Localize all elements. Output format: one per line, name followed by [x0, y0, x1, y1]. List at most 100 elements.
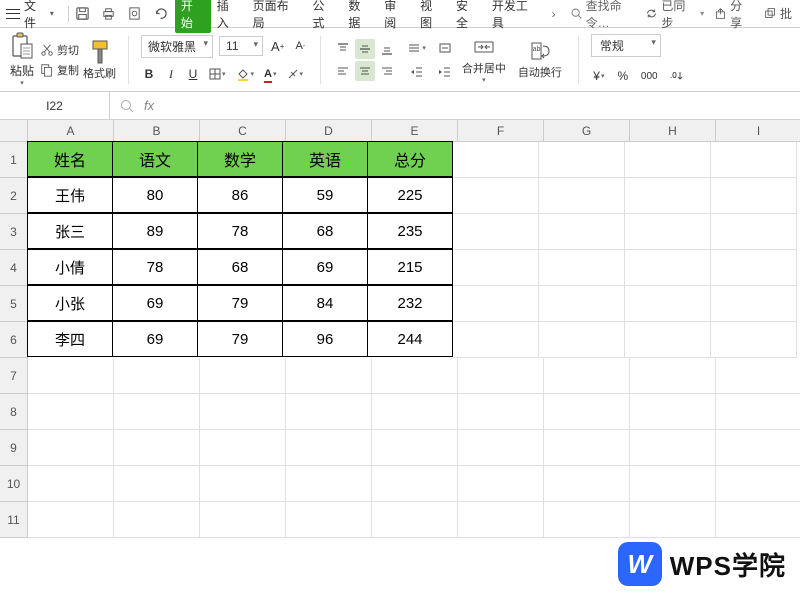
cell[interactable]: 69 [112, 321, 198, 357]
cell[interactable]: 总分 [367, 141, 453, 177]
cell[interactable]: 78 [112, 249, 198, 285]
increase-font-icon[interactable]: A+ [269, 37, 286, 56]
cell[interactable] [114, 358, 200, 394]
align-middle-icon[interactable] [355, 39, 375, 59]
cell[interactable]: 84 [282, 285, 368, 321]
cell[interactable] [28, 430, 114, 466]
cell[interactable] [716, 502, 800, 538]
format-painter-button[interactable]: 格式刷 [83, 39, 116, 81]
cell[interactable] [711, 142, 797, 178]
batch-button[interactable]: 批 [764, 5, 792, 22]
share-button[interactable]: 分享 [714, 0, 754, 31]
cell[interactable]: 李四 [27, 321, 113, 357]
font-size-select[interactable]: 11 [219, 36, 263, 56]
increase-decimal-icon[interactable]: .0 [668, 68, 686, 84]
cell[interactable] [711, 178, 797, 214]
cell[interactable] [630, 466, 716, 502]
fx-icon[interactable]: fx [144, 98, 154, 113]
row-header[interactable]: 9 [0, 430, 28, 466]
tab-home[interactable]: 开始 [175, 0, 211, 33]
cell[interactable] [453, 322, 539, 358]
cell[interactable]: 244 [367, 321, 453, 357]
cell[interactable]: 86 [197, 177, 283, 213]
command-search[interactable]: 查找命令… [570, 0, 646, 31]
cell[interactable] [286, 430, 372, 466]
column-header[interactable]: A [28, 120, 114, 142]
cell[interactable] [453, 214, 539, 250]
undo-icon[interactable] [153, 6, 169, 22]
cell[interactable]: 59 [282, 177, 368, 213]
cell[interactable] [544, 358, 630, 394]
cell[interactable]: 68 [197, 249, 283, 285]
formula-input[interactable] [164, 92, 800, 119]
cell[interactable] [544, 502, 630, 538]
cell[interactable]: 王伟 [27, 177, 113, 213]
percent-button[interactable]: % [615, 67, 631, 85]
row-header[interactable]: 8 [0, 394, 28, 430]
cell[interactable] [630, 358, 716, 394]
cell[interactable] [372, 466, 458, 502]
fill-color-button[interactable] [234, 65, 257, 83]
cell[interactable]: 225 [367, 177, 453, 213]
cell[interactable]: 235 [367, 213, 453, 249]
cell[interactable] [625, 286, 711, 322]
align-right-icon[interactable] [377, 61, 397, 81]
row-header[interactable]: 11 [0, 502, 28, 538]
cell[interactable] [200, 394, 286, 430]
cell[interactable]: 80 [112, 177, 198, 213]
cell[interactable] [539, 178, 625, 214]
wrap-shrink-icon[interactable] [436, 39, 454, 57]
cell[interactable] [453, 250, 539, 286]
cell[interactable] [286, 466, 372, 502]
tab-page-layout[interactable]: 页面布局 [247, 0, 307, 35]
cell[interactable]: 69 [112, 285, 198, 321]
cell[interactable]: 小张 [27, 285, 113, 321]
border-button[interactable] [207, 66, 228, 82]
cell[interactable] [372, 502, 458, 538]
cell[interactable] [630, 502, 716, 538]
cell[interactable]: 姓名 [27, 141, 113, 177]
cell[interactable]: 215 [367, 249, 453, 285]
orientation-button[interactable] [405, 39, 428, 57]
cell[interactable] [286, 358, 372, 394]
cell[interactable]: 英语 [282, 141, 368, 177]
bold-button[interactable]: B [141, 65, 157, 83]
cell[interactable] [114, 394, 200, 430]
cell[interactable]: 小倩 [27, 249, 113, 285]
tab-view[interactable]: 视图 [414, 0, 450, 35]
select-all-corner[interactable] [0, 120, 28, 142]
column-header[interactable]: I [716, 120, 800, 142]
column-header[interactable]: C [200, 120, 286, 142]
cell[interactable] [625, 142, 711, 178]
cell[interactable] [630, 430, 716, 466]
cell[interactable] [453, 286, 539, 322]
column-header[interactable]: H [630, 120, 716, 142]
cell[interactable]: 数学 [197, 141, 283, 177]
cell[interactable] [114, 430, 200, 466]
column-header[interactable]: G [544, 120, 630, 142]
cell[interactable] [625, 178, 711, 214]
cell[interactable] [286, 502, 372, 538]
align-bottom-icon[interactable] [377, 39, 397, 59]
row-header[interactable]: 1 [0, 142, 28, 178]
cell[interactable] [372, 358, 458, 394]
tab-formulas[interactable]: 公式 [306, 0, 342, 35]
clear-format-button[interactable] [285, 66, 306, 82]
row-header[interactable]: 3 [0, 214, 28, 250]
sync-status[interactable]: 已同步▾ [645, 0, 704, 31]
tab-review[interactable]: 审阅 [378, 0, 414, 35]
cell[interactable] [711, 322, 797, 358]
cell[interactable] [716, 466, 800, 502]
cell[interactable]: 69 [282, 249, 368, 285]
cell[interactable] [458, 430, 544, 466]
row-header[interactable]: 4 [0, 250, 28, 286]
font-name-select[interactable]: 微软雅黑 [141, 35, 213, 58]
cell[interactable] [716, 430, 800, 466]
row-header[interactable]: 10 [0, 466, 28, 502]
cell[interactable] [458, 466, 544, 502]
row-header[interactable]: 6 [0, 322, 28, 358]
number-format-select[interactable]: 常规 [591, 34, 661, 57]
cell[interactable] [28, 358, 114, 394]
cell[interactable]: 78 [197, 213, 283, 249]
name-box[interactable]: I22 [0, 92, 110, 119]
